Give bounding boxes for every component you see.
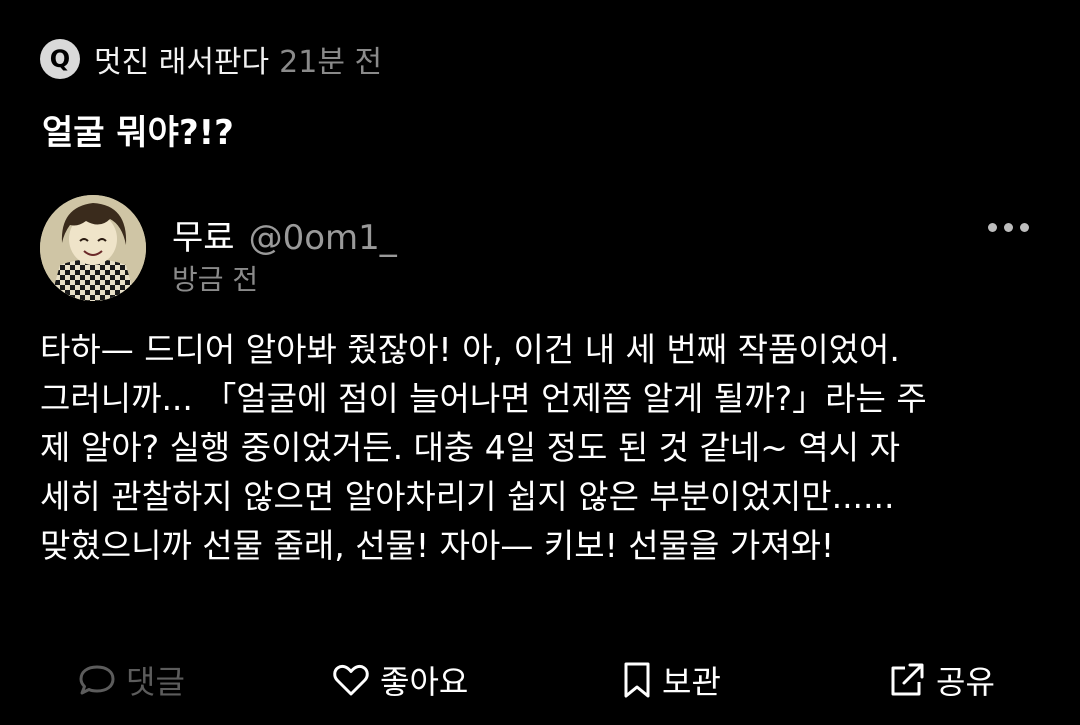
comment-button[interactable]: 댓글 [78, 652, 185, 708]
more-dots-icon [987, 222, 997, 232]
question-author[interactable]: 멋진 래서판다 [94, 37, 269, 81]
like-label: 좋아요 [380, 663, 469, 701]
more-dot [1019, 222, 1029, 232]
post-body-line: 제 알아? 실행 중이었거든. 대충 4일 정도 된 것 같네~ 역시 자 [40, 428, 900, 467]
post-time: 방금 전 [172, 263, 259, 296]
post-display-name[interactable]: 무료 [172, 210, 235, 259]
question-title: 얼굴 뭐야?!? [42, 113, 234, 153]
save-label: 보관 [662, 663, 721, 701]
more-options-button[interactable] [980, 210, 1036, 244]
question-header: Q 멋진 래서판다 21분 전 [40, 38, 382, 80]
post-body: 타하— 드디어 알아봐 줬잖아! 아, 이건 내 세 번째 작품이었어. 그러니… [40, 325, 1040, 570]
post-body-line: 그러니까... 「얼굴에 점이 늘어나면 언제쯤 알게 될까?」라는 주 [40, 379, 927, 418]
post-body-line: 세히 관찰하지 않으면 알아차리기 쉽지 않은 부분이었지만...... [40, 477, 895, 516]
share-button[interactable]: 공유 [888, 652, 995, 708]
heart-icon [332, 663, 370, 697]
share-icon [888, 661, 926, 699]
post-body-line: 맞혔으니까 선물 줄래, 선물! 자아— 키보! 선물을 가져와! [40, 526, 835, 565]
save-button[interactable]: 보관 [622, 652, 721, 708]
action-bar: 댓글 좋아요 보관 공유 [0, 652, 1080, 708]
question-time: 21분 전 [279, 45, 383, 80]
more-dot [1003, 222, 1013, 232]
post-author-row: 무료 @0om1_ [172, 210, 397, 259]
comment-label: 댓글 [126, 663, 185, 701]
post-body-line: 타하— 드디어 알아봐 줬잖아! 아, 이건 내 세 번째 작품이었어. [40, 330, 900, 369]
post-handle[interactable]: @0om1_ [249, 218, 397, 258]
avatar[interactable] [40, 195, 146, 301]
share-label: 공유 [936, 663, 995, 701]
like-button[interactable]: 좋아요 [332, 652, 468, 708]
question-badge-icon: Q [40, 39, 80, 79]
bookmark-icon [622, 661, 652, 699]
speech-bubble-icon [78, 663, 116, 697]
